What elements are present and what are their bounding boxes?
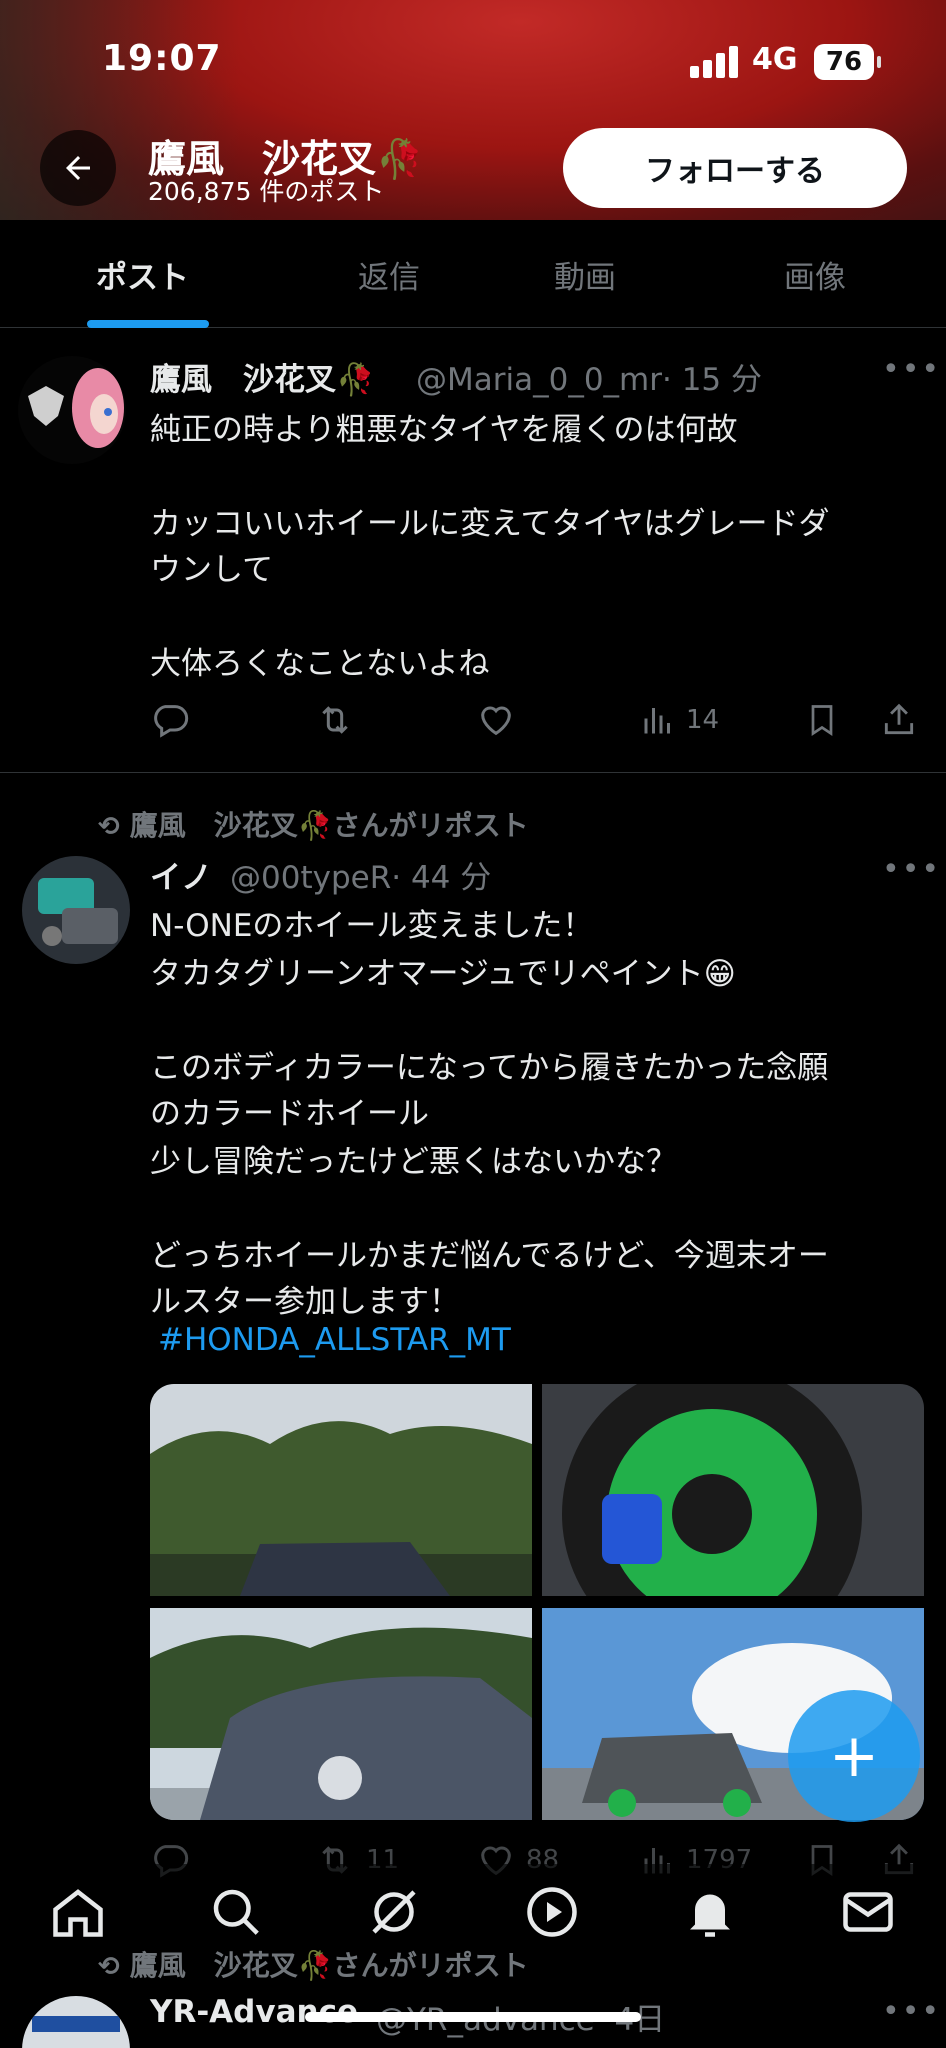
back-button[interactable] xyxy=(40,130,116,206)
repost-indicator[interactable]: ⟲ 鷹風 沙花叉🥀さんがリポスト xyxy=(98,1944,529,1984)
tab-replies[interactable]: 返信 xyxy=(358,252,420,297)
handle-text: @00typeR xyxy=(230,860,392,896)
notifications-icon[interactable] xyxy=(680,1882,740,1942)
post-text-line: このボディカラーになってから履きたかった念願 xyxy=(150,1050,829,1086)
like-button[interactable] xyxy=(476,700,516,740)
video-icon[interactable] xyxy=(522,1882,582,1942)
avatar-image xyxy=(22,856,130,964)
post-text-line: ルスター参加します！ xyxy=(150,1284,460,1320)
compose-button[interactable]: + xyxy=(788,1690,920,1822)
handle-text: @Maria_0_0_mr xyxy=(416,362,662,398)
post-text-line: タカタグリーンオマージュでリペイント😁 xyxy=(150,956,736,992)
battery-icon: 76 xyxy=(814,44,881,80)
tab-videos[interactable]: 動画 xyxy=(554,252,616,297)
post-text-line: 純正の時より粗悪なタイヤを履くのは何故 xyxy=(150,412,738,448)
post-author-name[interactable]: イノ xyxy=(150,852,212,897)
tab-indicator xyxy=(87,320,209,328)
post-text-line: どっちホイールかまだ悩んでるけど、今週末オー xyxy=(150,1238,829,1274)
plus-icon: + xyxy=(828,1721,880,1791)
repost-icon xyxy=(322,706,348,734)
profile-header: 19:07 4G 76 鷹風 沙花叉🥀 206,875 件のポスト フォローする xyxy=(0,0,946,220)
grok-icon[interactable] xyxy=(364,1882,424,1942)
avatar[interactable] xyxy=(18,356,126,464)
more-options-icon[interactable]: ••• xyxy=(882,852,941,887)
bookmark-icon xyxy=(811,705,833,737)
tab-posts[interactable]: ポスト xyxy=(96,252,189,297)
hashtag-link[interactable]: #HONDA_ALLSTAR_MT xyxy=(158,1322,511,1358)
share-icon xyxy=(884,703,914,735)
avatar[interactable] xyxy=(22,856,130,964)
post-text-line: のカラードホイール xyxy=(150,1096,429,1132)
home-icon[interactable] xyxy=(48,1882,108,1942)
media-image-3[interactable] xyxy=(150,1608,532,1820)
avatar-image xyxy=(18,356,126,464)
post-handle[interactable]: @Maria_0_0_mr· 15 分 xyxy=(416,354,762,399)
signal-icon xyxy=(690,46,738,78)
reply-button[interactable] xyxy=(150,700,190,740)
network-type: 4G xyxy=(752,42,798,77)
tab-images[interactable]: 画像 xyxy=(784,252,846,297)
post-time: · 44 分 xyxy=(391,860,492,896)
messages-icon[interactable] xyxy=(838,1882,898,1942)
post-handle[interactable]: @00typeR· 44 分 xyxy=(230,852,491,897)
media-image-2[interactable] xyxy=(542,1384,924,1596)
views-count: 14 xyxy=(686,705,720,735)
home-indicator xyxy=(305,2012,641,2022)
views-icon xyxy=(644,708,670,734)
views-button[interactable]: 14 xyxy=(640,700,719,740)
post-count: 206,875 件のポスト xyxy=(148,177,385,206)
share-button[interactable] xyxy=(880,700,918,740)
post-author-name[interactable]: 鷹風 沙花叉🥀 xyxy=(150,354,375,399)
post-text-line: ウンして xyxy=(150,552,274,588)
follow-button[interactable]: フォローする xyxy=(563,128,907,208)
repost-indicator[interactable]: ⟲ 鷹風 沙花叉🥀さんがリポスト xyxy=(98,804,529,844)
repost-button[interactable] xyxy=(314,700,356,740)
status-time: 19:07 xyxy=(102,38,222,79)
post-divider xyxy=(0,772,946,773)
post-text-line: 少し冒険だったけど悪くはないかな？ xyxy=(150,1144,677,1180)
bookmark-button[interactable] xyxy=(804,700,840,740)
media-image-1[interactable] xyxy=(150,1384,532,1596)
profile-tabs: ポスト 返信 動画 画像 xyxy=(0,220,946,328)
search-icon[interactable] xyxy=(206,1882,266,1942)
avatar-image xyxy=(22,1996,130,2048)
repost-label: 鷹風 沙花叉🥀さんがリポスト xyxy=(129,809,529,842)
reply-icon xyxy=(154,705,189,738)
post-text-line: カッコいいホイールに変えてタイヤはグレードダ xyxy=(150,506,830,542)
post-text-line: N-ONEのホイール変えました！ xyxy=(150,908,594,944)
more-options-icon[interactable]: ••• xyxy=(882,352,941,387)
repost-small-icon: ⟲ xyxy=(98,812,120,842)
heart-icon xyxy=(481,706,511,736)
repost-label: 鷹風 沙花叉🥀さんがリポスト xyxy=(129,1949,529,1982)
repost-small-icon: ⟲ xyxy=(98,1952,120,1982)
more-options-icon[interactable]: ••• xyxy=(882,1994,941,2029)
post-text-line: 大体ろくなことないよね xyxy=(150,646,490,682)
avatar[interactable] xyxy=(22,1996,130,2048)
post-time: · 15 分 xyxy=(662,362,763,398)
arrow-left-icon xyxy=(66,156,90,180)
